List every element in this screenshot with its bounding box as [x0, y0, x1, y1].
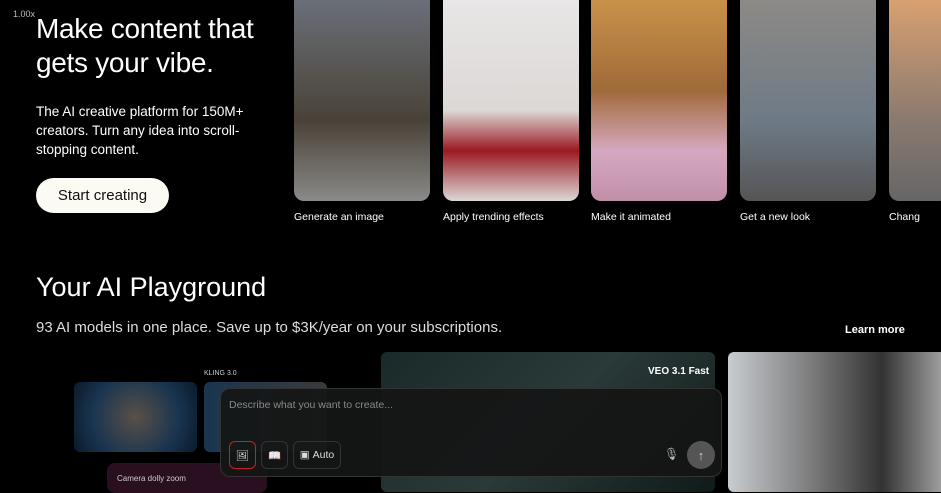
frame-icon: ▣	[299, 449, 310, 461]
card-new-look[interactable]	[740, 0, 876, 201]
hero-title: Make content that gets your vibe.	[36, 12, 254, 80]
subway-video-card[interactable]	[728, 352, 941, 492]
start-creating-button[interactable]: Start creating	[36, 178, 169, 213]
card-label: Apply trending effects	[443, 211, 544, 223]
card-label: Chang	[889, 211, 920, 223]
title-line: gets your vibe.	[36, 47, 214, 78]
card-animated[interactable]	[591, 0, 727, 201]
hero-subtitle: The AI creative platform for 150M+ creat…	[36, 104, 244, 157]
learn-more-link[interactable]: Learn more	[845, 324, 905, 336]
veo-label: VEO 3.1 Fast	[648, 366, 710, 377]
card-generate-image[interactable]	[294, 0, 430, 201]
book-icon: 📖	[267, 449, 282, 462]
add-image-button[interactable]: 🖼	[229, 441, 256, 469]
camera-label: Camera dolly zoom	[117, 474, 186, 483]
card-label: Get a new look	[740, 211, 811, 223]
library-button[interactable]: 📖	[261, 441, 288, 469]
card-label: Make it animated	[591, 211, 671, 223]
prompt-box[interactable]: Describe what you want to create... 🖼 📖 …	[220, 388, 722, 477]
card-trending-effects[interactable]	[443, 0, 579, 201]
playground-subtitle: 93 AI models in one place. Save up to $3…	[36, 319, 503, 336]
image-plus-icon: 🖼	[235, 449, 250, 462]
aspect-ratio-button[interactable]: ▣ Auto	[293, 441, 341, 469]
arrow-up-icon: ↑	[697, 447, 705, 463]
microphone-icon[interactable]: 🎙	[664, 447, 679, 461]
prompt-input[interactable]: Describe what you want to create...	[229, 399, 393, 411]
send-button[interactable]: ↑	[687, 441, 715, 469]
playground-title: Your AI Playground	[36, 272, 267, 302]
card-change[interactable]	[889, 0, 941, 201]
zoom-level: 1.00x	[13, 9, 36, 19]
kling-label: KLING 3.0	[204, 370, 237, 377]
auto-label: Auto	[312, 449, 335, 461]
card-label: Generate an image	[294, 211, 384, 223]
title-line: Make content that	[36, 13, 254, 44]
model-thumbnail[interactable]	[74, 382, 197, 452]
